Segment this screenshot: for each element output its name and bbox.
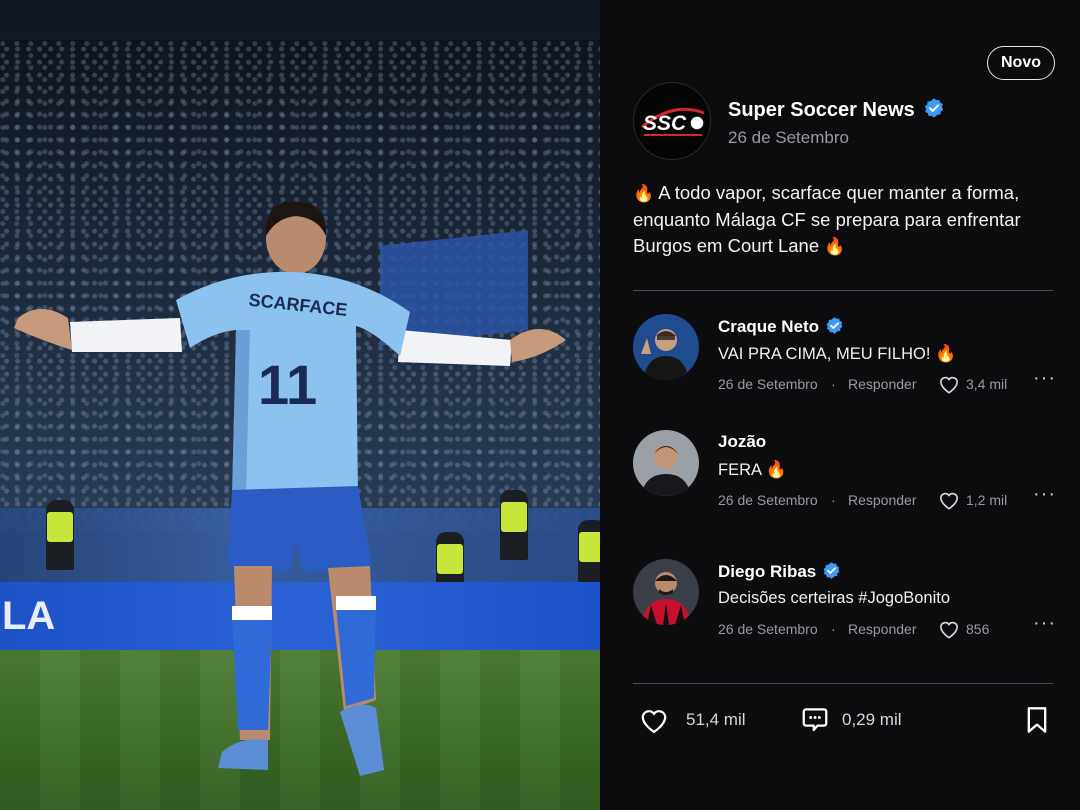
comment-bubble-icon (802, 708, 828, 732)
bookmark-icon (1027, 707, 1047, 733)
jersey-number: 11 (258, 353, 317, 416)
comment-item: Diego Ribas Decisões certeiras #JogoBoni… (633, 559, 1055, 641)
comment-like-count: 3,4 mil (966, 376, 1008, 392)
save-button[interactable] (1023, 700, 1053, 740)
author-name[interactable]: Super Soccer News (728, 99, 915, 121)
comment-text: FERA (718, 461, 762, 479)
comment-meta: 26 de Setembro · Responder 3,4 mil ··· (718, 367, 1055, 396)
comment-count: 0,29 mil (842, 710, 902, 729)
heart-icon[interactable] (938, 490, 960, 510)
heart-icon[interactable] (938, 374, 960, 394)
player-figure: SCARFACE 11 (14, 201, 566, 776)
comment-item: Craque Neto VAI PRA CIMA, MEU FILHO! 🔥 2… (633, 314, 1055, 396)
post-caption: 🔥 A todo vapor, scarface quer manter a f… (633, 180, 1063, 260)
comment-item: Jozão FERA 🔥 26 de Setembro · Responder … (633, 430, 1055, 512)
comment-like-count: 856 (966, 621, 990, 637)
heart-icon[interactable] (938, 619, 960, 639)
commenter-name[interactable]: Jozão (718, 432, 766, 452)
comment-text-row: FERA 🔥 (718, 460, 787, 480)
caption-line-2: enquanto Málaga CF se prepara para enfre… (633, 209, 1021, 230)
post-photo: LA SCARFACE 11 (0, 0, 600, 810)
comment-meta: 26 de Setembro · Responder 856 ··· (718, 612, 1055, 641)
comment-text: Decisões certeiras #JogoBonito (718, 589, 951, 607)
comment-date: 26 de Setembro (718, 621, 818, 637)
commenter-name-row[interactable]: Diego Ribas (718, 561, 841, 582)
reply-button[interactable]: Responder (848, 492, 917, 508)
meta-separator: · (831, 376, 836, 392)
post-author: SSC Super Soccer News 26 de Setembro (633, 82, 1053, 162)
comment-text-row: VAI PRA CIMA, MEU FILHO! 🔥 (718, 344, 956, 364)
meta-separator: · (831, 621, 836, 637)
comment-button[interactable]: 0,29 mil (798, 700, 928, 740)
svg-text:SSC: SSC (643, 112, 687, 135)
post-actions-bar: 51,4 mil 0,29 mil (633, 700, 1053, 740)
caption-line-1: A todo vapor, scarface quer manter a for… (658, 182, 1020, 203)
commenter-name[interactable]: Diego Ribas (718, 562, 816, 581)
author-avatar[interactable]: SSC (633, 82, 711, 160)
commenter-name-row[interactable]: Craque Neto (718, 316, 844, 337)
reply-button[interactable]: Responder (848, 376, 917, 392)
fire-emoji-icon: 🔥 (935, 344, 957, 363)
commenter-avatar[interactable] (633, 314, 699, 380)
verified-check-icon (924, 98, 943, 118)
fire-emoji-icon: 🔥 (633, 184, 655, 203)
comment-date: 26 de Setembro (718, 376, 818, 392)
caption-line-3: Burgos em Court Lane (633, 235, 820, 256)
avatar-image (633, 430, 699, 496)
post-date: 26 de Setembro (728, 128, 849, 147)
like-count: 51,4 mil (686, 710, 746, 729)
new-badge-button[interactable]: Novo (987, 46, 1055, 80)
author-name-row[interactable]: Super Soccer News (728, 97, 945, 122)
comment-date: 26 de Setembro (718, 492, 818, 508)
meta-separator: · (831, 492, 836, 508)
avatar-image (633, 314, 699, 380)
comment-text: VAI PRA CIMA, MEU FILHO! (718, 345, 931, 363)
commenter-name[interactable]: Craque Neto (718, 317, 819, 336)
ssc-logo-icon: SSC (641, 107, 705, 136)
divider (633, 683, 1053, 684)
divider (633, 290, 1053, 291)
verified-check-icon (823, 562, 840, 579)
more-dots-icon[interactable]: ··· (1033, 612, 1056, 635)
fire-emoji-icon: 🔥 (765, 460, 787, 479)
reply-button[interactable]: Responder (848, 621, 917, 637)
fire-emoji-icon: 🔥 (824, 237, 846, 256)
comment-meta: 26 de Setembro · Responder 1,2 mil ··· (718, 483, 1055, 512)
like-button[interactable]: 51,4 mil (633, 700, 763, 740)
more-dots-icon[interactable]: ··· (1033, 367, 1056, 390)
post-panel: Novo SSC Super Soccer News 26 de Setembr… (600, 0, 1080, 810)
avatar-image (633, 559, 699, 625)
more-dots-icon[interactable]: ··· (1033, 483, 1056, 506)
commenter-avatar[interactable] (633, 559, 699, 625)
commenter-avatar[interactable] (633, 430, 699, 496)
heart-icon (641, 710, 667, 734)
verified-check-icon (826, 317, 843, 334)
comment-like-count: 1,2 mil (966, 492, 1008, 508)
